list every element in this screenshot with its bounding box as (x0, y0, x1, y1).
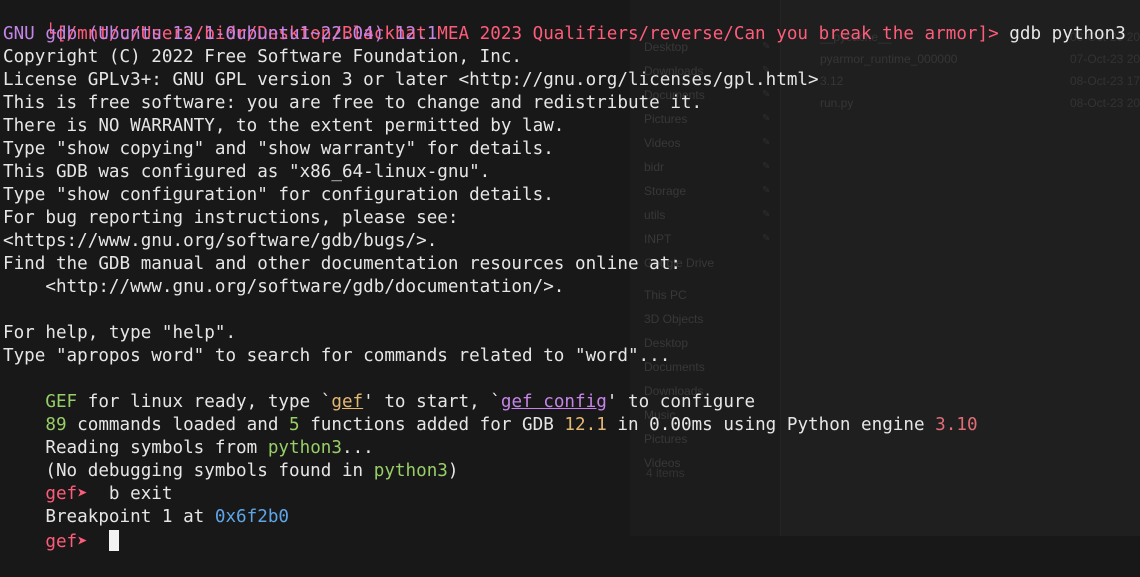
terminal-cursor[interactable] (108, 530, 119, 551)
no-debug-line: (No debugging symbols found in python3) (3, 437, 458, 481)
banner-line: For help, type "help". (3, 323, 237, 343)
prompt-arrow: > (988, 24, 999, 44)
banner-line: License GPLv3+: GNU GPL version 3 or lat… (3, 70, 819, 90)
gef-loaded-line: 89 commands loaded and 5 functions added… (3, 391, 977, 435)
loaded-text: in 0.00ms using Python engine (606, 415, 936, 435)
banner-line: There is NO WARRANTY, to the extent perm… (3, 116, 565, 136)
gdb-version: 12.1 (564, 415, 607, 435)
gef-input-line[interactable]: gef➤ (3, 507, 119, 552)
banner-line: Type "apropos word" to search for comman… (3, 346, 671, 366)
banner-line: Type "show copying" and "show warranty" … (3, 139, 554, 159)
gef-command-line: gef➤ b exit (3, 460, 172, 504)
terminal-output[interactable]: └[/mnt/c/Users/bidr/Desktop/Blackhat MEA… (0, 0, 1140, 552)
banner-line: This GDB was configured as "x86_64-linux… (3, 162, 491, 182)
gdb-banner-title: GNU gdb (Ubuntu 12.1-0ubuntu1~22.04) 12.… (3, 24, 438, 44)
binary-name: python3 (373, 461, 448, 481)
shell-command: gdb python3 (998, 24, 1126, 44)
breakpoint-line: Breakpoint 1 at 0x6f2b0 (3, 483, 289, 527)
banner-line: <http://www.gnu.org/software/gdb/documen… (3, 277, 565, 297)
breakpoint-address: 0x6f2b0 (214, 507, 290, 527)
banner-line: For bug reporting instructions, please s… (3, 208, 459, 228)
gef-prompt: gef➤ (45, 532, 88, 552)
banner-line: This is free software: you are free to c… (3, 93, 703, 113)
gef-ready-line: GEF for linux ready, type `gef' to start… (3, 368, 755, 412)
reading-symbols-line: Reading symbols from python3... (3, 414, 373, 458)
python-version: 3.10 (935, 415, 978, 435)
shell-prompt-line: └[/mnt/c/Users/bidr/Desktop/Blackhat MEA… (3, 0, 1125, 44)
banner-line: Find the GDB manual and other documentat… (3, 254, 681, 274)
banner-line: Copyright (C) 2022 Free Software Foundat… (3, 47, 523, 67)
no-debug-text: ) (447, 461, 459, 481)
banner-line: <https://www.gnu.org/software/gdb/bugs/>… (3, 231, 438, 251)
banner-line: Type "show configuration" for configurat… (3, 185, 554, 205)
